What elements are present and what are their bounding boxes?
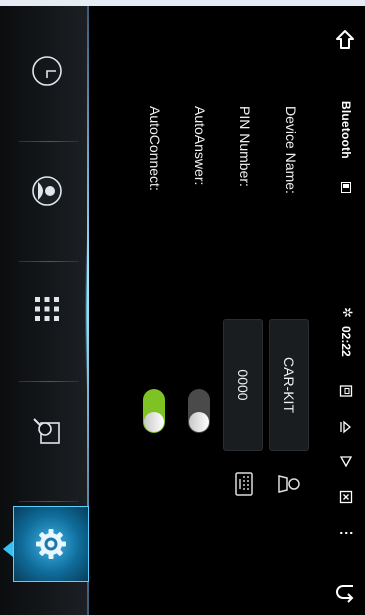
back-icon[interactable]: [333, 28, 357, 52]
dock-apps[interactable]: [17, 274, 77, 344]
more-icon[interactable]: ⋮: [338, 526, 355, 539]
toggle-knob: [144, 412, 164, 432]
bluetooth-status-icon: ✲: [340, 307, 355, 318]
screen: Bluetooth ✲ 02:22 ⋮ Device Name: CAR-KIT…: [0, 0, 365, 615]
sd-card-icon[interactable]: [339, 384, 353, 398]
page-title: Bluetooth: [339, 101, 353, 159]
contacts-icon: [32, 176, 62, 206]
clock-time: 02:22: [339, 326, 353, 357]
close-box-icon[interactable]: [339, 490, 353, 504]
toggle-knob: [189, 412, 209, 432]
dock-divider: [19, 261, 79, 262]
search-icon: [33, 418, 60, 444]
dock-divider: [19, 501, 79, 502]
auto-answer-toggle[interactable]: [188, 389, 210, 433]
keyboard-icon[interactable]: [231, 471, 257, 497]
dock-divider: [19, 381, 79, 382]
auto-connect-label: AutoConnect:: [147, 106, 163, 191]
dock-contacts[interactable]: [17, 156, 77, 226]
dock-divider: [19, 141, 79, 142]
settings-icon: [36, 529, 66, 559]
dock-search[interactable]: [17, 396, 77, 466]
launcher-dock: [0, 6, 89, 615]
auto-connect-toggle[interactable]: [143, 389, 165, 433]
dock-settings[interactable]: [13, 506, 89, 582]
pin-number-field[interactable]: 0000: [223, 319, 263, 451]
dock-clock[interactable]: [17, 36, 77, 106]
status-bar: Bluetooth ✲ 02:22 ⋮: [325, 6, 365, 615]
bluetooth-settings-panel: Device Name: CAR-KIT PIN Number: 0000 Au…: [89, 6, 325, 615]
rename-device-icon[interactable]: [277, 471, 303, 497]
device-name-label: Device Name:: [283, 106, 299, 194]
play-icon[interactable]: [339, 454, 353, 468]
clock-icon: [32, 56, 62, 86]
auto-answer-label: AutoAnswer:: [192, 106, 208, 186]
dock-highlight: [85, 234, 89, 394]
eject-icon[interactable]: [339, 420, 353, 434]
pin-number-label: PIN Number:: [237, 106, 253, 187]
return-icon[interactable]: [333, 580, 357, 604]
device-name-field[interactable]: CAR-KIT: [269, 319, 309, 451]
bluetooth-small-icon: [341, 182, 351, 193]
apps-grid-icon: [35, 297, 59, 321]
active-indicator: [3, 541, 13, 557]
